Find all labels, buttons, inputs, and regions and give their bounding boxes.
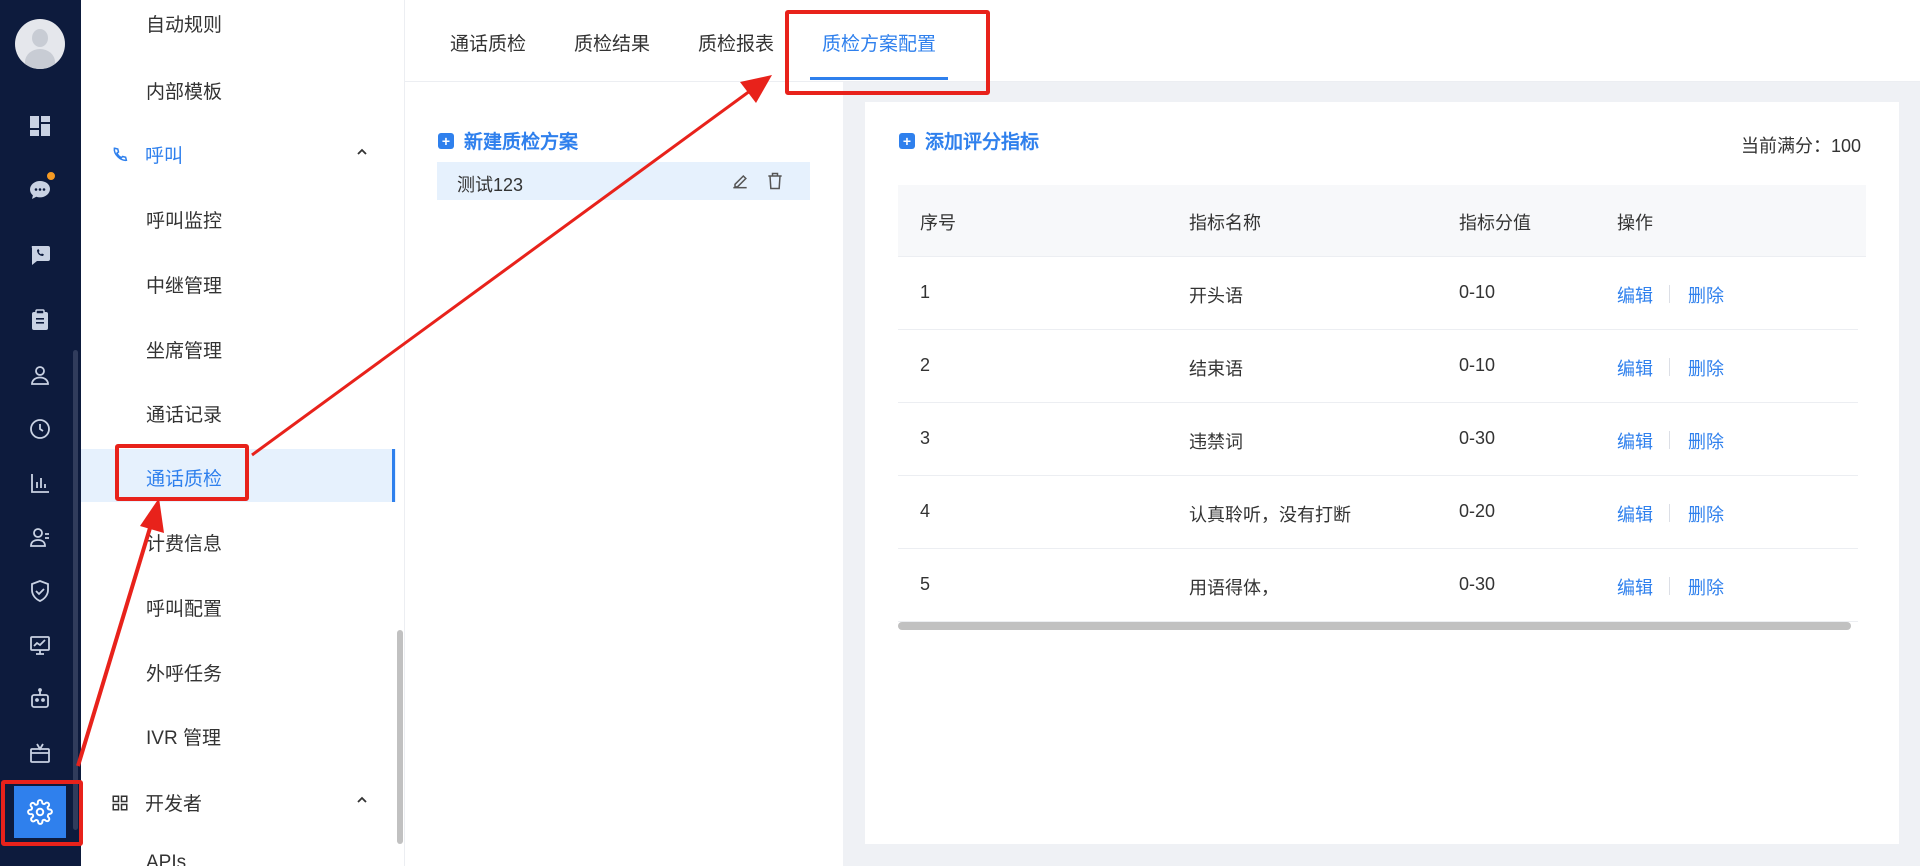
cell-name: 违禁词 <box>1189 432 1243 452</box>
clipboard-icon[interactable] <box>27 307 53 333</box>
cell-no: 2 <box>920 355 931 375</box>
divider <box>1669 504 1670 522</box>
avatar[interactable] <box>15 19 65 69</box>
table-row: 2 结束语 0-10 编辑 删除 <box>898 330 1858 403</box>
scheme-item[interactable]: 测试123 <box>437 162 810 200</box>
cell-no: 1 <box>920 282 931 302</box>
column-header-no: 序号 <box>920 213 956 233</box>
nav-group-developer[interactable]: 开发者 <box>111 789 202 816</box>
tab-call-quality-check[interactable]: 通话质检 <box>450 29 526 56</box>
chevron-up-icon[interactable] <box>356 794 368 806</box>
cell-score-range: 0-20 <box>1459 501 1496 521</box>
cell-no: 3 <box>920 428 931 448</box>
column-header-score: 指标分值 <box>1459 213 1531 233</box>
delete-link[interactable]: 删除 <box>1688 574 1724 600</box>
table-row: 4 认真聆听，没有打断 0-20 编辑 删除 <box>898 476 1858 549</box>
edit-link[interactable]: 编辑 <box>1617 574 1653 600</box>
tab-quality-results[interactable]: 质检结果 <box>574 29 650 56</box>
edit-link[interactable]: 编辑 <box>1617 355 1653 381</box>
trash-icon[interactable] <box>765 171 785 191</box>
phone-chat-icon[interactable] <box>27 242 53 268</box>
nav-group-call[interactable]: 呼叫 <box>111 141 183 168</box>
edit-icon[interactable] <box>730 171 750 191</box>
user-icon[interactable] <box>27 362 53 388</box>
column-header-actions: 操作 <box>1617 213 1653 233</box>
add-metric-button[interactable]: + 添加评分指标 <box>899 127 1039 154</box>
total-score: 当前满分：100 <box>1741 136 1862 156</box>
nav-item-auto-rules[interactable]: 自动规则 <box>146 10 222 37</box>
cell-score-range: 0-10 <box>1459 282 1496 302</box>
nav-item-call-monitor[interactable]: 呼叫监控 <box>146 206 222 233</box>
monitor-icon[interactable] <box>27 632 53 658</box>
table-header: 序号 指标名称 指标分值 操作 <box>898 185 1866 257</box>
nav-item-internal-templates[interactable]: 内部模板 <box>146 77 222 104</box>
cell-no: 5 <box>920 574 931 594</box>
plus-icon: + <box>438 132 454 149</box>
nav-item-call-config[interactable]: 呼叫配置 <box>146 594 222 621</box>
history-icon[interactable] <box>27 416 53 442</box>
plus-icon: + <box>899 132 915 149</box>
divider <box>1669 431 1670 449</box>
robot-icon[interactable] <box>27 686 53 712</box>
new-scheme-button[interactable]: + 新建质检方案 <box>438 127 578 154</box>
nav-item-call-records[interactable]: 通话记录 <box>146 400 222 427</box>
nav-item-agent-management[interactable]: 坐席管理 <box>146 336 222 363</box>
nav-item-apis[interactable]: APIs <box>146 852 186 866</box>
cell-name: 开头语 <box>1189 286 1243 306</box>
notification-badge <box>45 170 57 182</box>
nav-item-ivr-management[interactable]: IVR 管理 <box>146 723 221 750</box>
column-header-name: 指标名称 <box>1189 213 1261 233</box>
nav-group-call-label: 呼叫 <box>145 146 184 167</box>
add-metric-label: 添加评分指标 <box>925 132 1040 153</box>
phone-icon <box>113 147 128 161</box>
cell-score-range: 0-10 <box>1459 355 1496 375</box>
shield-icon[interactable] <box>27 578 53 604</box>
contacts-icon[interactable] <box>27 524 53 550</box>
cell-score-range: 0-30 <box>1459 574 1496 594</box>
annotation-box-scheme-tab <box>785 10 990 95</box>
cell-name: 认真聆听，没有打断 <box>1189 505 1351 525</box>
edit-link[interactable]: 编辑 <box>1617 282 1653 308</box>
sub-navigation: 自动规则 内部模板 呼叫 呼叫监控 中继管理 坐席管理 通话记录 通话质检 计费… <box>81 0 405 866</box>
delete-link[interactable]: 删除 <box>1688 355 1724 381</box>
table-row: 1 开头语 0-10 编辑 删除 <box>898 257 1858 330</box>
subnav-scrollbar[interactable] <box>397 630 403 844</box>
divider <box>1669 577 1670 595</box>
cell-score-range: 0-30 <box>1459 428 1496 448</box>
nav-item-billing-info[interactable]: 计费信息 <box>146 529 222 556</box>
active-item-indicator <box>392 449 395 502</box>
table-horizontal-scrollbar[interactable] <box>898 622 1851 630</box>
new-scheme-label: 新建质检方案 <box>464 132 579 153</box>
divider <box>1669 358 1670 376</box>
nav-item-outbound-tasks[interactable]: 外呼任务 <box>146 659 222 686</box>
scheme-name: 测试123 <box>457 175 524 195</box>
cell-no: 4 <box>920 501 931 521</box>
nav-group-developer-label: 开发者 <box>145 794 203 815</box>
delete-link[interactable]: 删除 <box>1688 282 1724 308</box>
chevron-up-icon[interactable] <box>356 146 368 158</box>
grid-icon <box>112 795 128 810</box>
bar-chart-icon[interactable] <box>27 470 53 496</box>
icon-rail <box>0 0 81 866</box>
delete-link[interactable]: 删除 <box>1688 501 1724 527</box>
package-icon[interactable] <box>27 740 53 766</box>
table-row: 5 用语得体， 0-30 编辑 删除 <box>898 549 1858 622</box>
dashboard-icon[interactable] <box>27 113 53 139</box>
nav-item-trunk-management[interactable]: 中继管理 <box>146 271 222 298</box>
tab-quality-reports[interactable]: 质检报表 <box>698 29 774 56</box>
edit-link[interactable]: 编辑 <box>1617 501 1653 527</box>
delete-link[interactable]: 删除 <box>1688 428 1724 454</box>
annotation-box-settings <box>1 780 83 846</box>
annotation-box-quality-check <box>115 444 249 501</box>
edit-link[interactable]: 编辑 <box>1617 428 1653 454</box>
rail-scrollbar[interactable] <box>73 350 78 830</box>
table-row: 3 违禁词 0-30 编辑 删除 <box>898 403 1858 476</box>
divider <box>1669 285 1670 303</box>
cell-name: 结束语 <box>1189 359 1243 379</box>
cell-name: 用语得体， <box>1189 578 1279 598</box>
